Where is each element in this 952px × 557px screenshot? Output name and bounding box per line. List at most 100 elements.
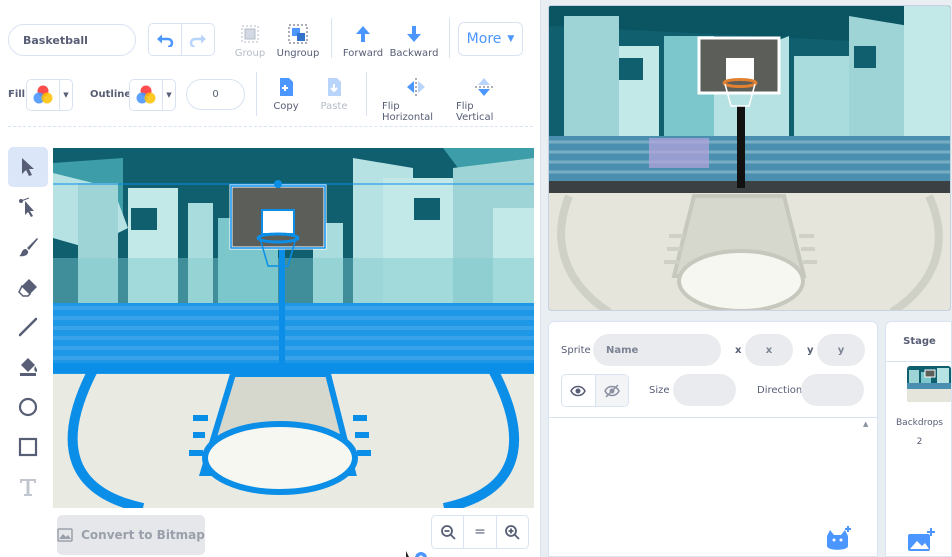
backward-label: Backward <box>389 48 439 59</box>
fill-color-dropdown[interactable]: ▼ <box>26 79 73 111</box>
select-icon <box>22 158 34 176</box>
group-button[interactable]: Group <box>232 23 268 59</box>
flip-vertical-icon <box>475 78 493 96</box>
undo-button[interactable] <box>149 24 181 55</box>
backdrops-label: Backdrops <box>896 418 943 428</box>
backdrop-add-icon <box>908 528 935 551</box>
copy-button[interactable]: Copy <box>270 76 302 112</box>
sprite-list-divider <box>549 417 877 418</box>
fill-tool[interactable] <box>8 347 48 387</box>
fill-label: Fill <box>8 89 26 100</box>
hide-button[interactable] <box>594 375 628 406</box>
eye-icon <box>570 385 587 396</box>
toolbar-divider <box>366 72 367 116</box>
choose-sprite-button[interactable] <box>823 524 853 554</box>
stage-thumbnail[interactable] <box>907 366 951 402</box>
copy-label: Copy <box>273 101 299 112</box>
stage-label: Stage <box>903 336 936 347</box>
toolbar-divider <box>449 18 450 58</box>
reshape-icon <box>19 197 34 217</box>
forward-icon <box>356 26 370 42</box>
eraser-icon <box>18 279 37 297</box>
sprite-info-pane: Sprite Name x x y y Size Direction ▲ <box>548 321 878 557</box>
sprite-name-placeholder: Name <box>606 344 639 356</box>
choose-backdrop-button[interactable] <box>906 527 936 555</box>
redo-icon <box>189 34 206 47</box>
text-tool[interactable] <box>8 467 48 507</box>
paste-button[interactable]: Paste <box>318 76 350 112</box>
flip-vertical-button[interactable]: Flip Vertical <box>456 76 512 123</box>
y-placeholder: y <box>837 344 845 356</box>
stage-selector[interactable]: Stage Backdrops 2 <box>885 321 952 557</box>
costume-name-input[interactable]: Basketball <box>8 24 136 56</box>
eye-slash-icon <box>603 383 620 398</box>
ungroup-icon <box>288 24 308 44</box>
paint-canvas[interactable] <box>53 148 534 508</box>
zoom-controls: = <box>431 515 529 549</box>
visibility-toggle <box>561 374 629 407</box>
direction-input[interactable] <box>801 374 864 406</box>
ungroup-label: Ungroup <box>276 48 320 59</box>
forward-label: Forward <box>342 48 384 59</box>
x-input[interactable]: x <box>745 334 793 366</box>
ungroup-button[interactable]: Ungroup <box>276 23 320 59</box>
caret-down-icon: ▼ <box>507 34 515 44</box>
backward-button[interactable]: Backward <box>390 23 438 59</box>
show-button[interactable] <box>562 375 595 406</box>
more-button[interactable]: More ▼ <box>458 22 523 56</box>
copy-icon <box>280 78 293 96</box>
image-icon <box>57 528 73 542</box>
select-tool[interactable] <box>8 147 48 187</box>
outline-color-dropdown[interactable]: ▼ <box>129 79 176 111</box>
toolbar-divider <box>331 18 332 58</box>
circle-icon <box>18 397 38 417</box>
more-label: More <box>466 31 502 47</box>
toolbar-separator <box>8 126 533 127</box>
eraser-tool[interactable] <box>8 267 48 307</box>
backward-icon <box>407 26 421 42</box>
cursor-icon <box>406 551 427 557</box>
sprite-name-input[interactable]: Name <box>593 334 721 366</box>
size-label: Size <box>649 385 670 396</box>
outline-width-value: 0 <box>212 89 219 100</box>
zoom-out-button[interactable] <box>432 516 463 548</box>
line-icon <box>18 317 38 337</box>
convert-to-bitmap-button[interactable]: Convert to Bitmap <box>57 515 205 555</box>
toolbar-divider <box>256 72 257 116</box>
stage-canvas[interactable] <box>548 5 951 311</box>
mouse-cursor <box>405 546 431 557</box>
size-input[interactable] <box>673 374 736 406</box>
flip-vertical-label: Flip Vertical <box>456 101 494 123</box>
undo-icon <box>157 34 174 47</box>
scroll-up-icon[interactable]: ▲ <box>863 420 868 428</box>
zoom-in-button[interactable] <box>495 516 528 548</box>
brush-tool[interactable] <box>8 227 48 267</box>
zoom-out-icon <box>440 525 456 540</box>
forward-button[interactable]: Forward <box>343 23 383 59</box>
caret-down-icon: ▼ <box>59 80 72 110</box>
x-placeholder: x <box>765 344 773 356</box>
undo-redo-group <box>148 23 215 56</box>
zoom-in-icon <box>505 525 520 540</box>
rectangle-tool[interactable] <box>8 427 48 467</box>
circle-tool[interactable] <box>8 387 48 427</box>
paste-label: Paste <box>320 101 348 112</box>
backdrops-count: 2 <box>916 437 923 447</box>
brush-icon <box>19 238 38 257</box>
x-label: x <box>735 345 742 356</box>
rectangle-icon <box>18 437 38 457</box>
outline-width-input[interactable]: 0 <box>186 79 245 110</box>
convert-label: Convert to Bitmap <box>81 528 205 542</box>
y-label: y <box>807 345 814 356</box>
group-label: Group <box>234 48 266 59</box>
line-tool[interactable] <box>8 307 48 347</box>
outline-label: Outline <box>90 89 132 100</box>
costume-name-value: Basketball <box>23 33 88 47</box>
cat-add-icon <box>827 526 851 550</box>
flip-horizontal-button[interactable]: Flip Horizontal <box>382 76 450 123</box>
y-input[interactable]: y <box>817 334 865 366</box>
stage-title: Stage <box>886 322 952 362</box>
reshape-tool[interactable] <box>8 187 48 227</box>
redo-button[interactable] <box>181 24 214 55</box>
zoom-reset-button[interactable]: = <box>463 516 495 548</box>
